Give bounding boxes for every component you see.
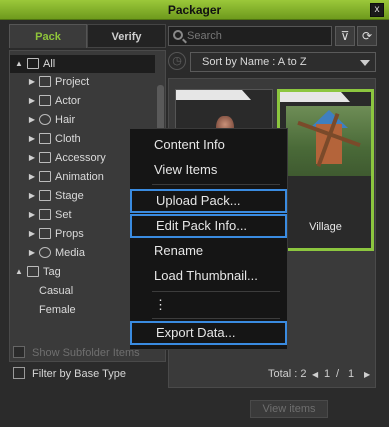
pack-card-village[interactable]: Village: [277, 89, 374, 251]
checkbox-box[interactable]: [13, 367, 25, 379]
tab-pack[interactable]: Pack: [9, 24, 87, 48]
page-total: 1: [348, 368, 355, 380]
expand-arrow-icon[interactable]: ▲: [14, 263, 24, 281]
tree-item-label: Props: [55, 228, 84, 240]
tree-item-label: Actor: [55, 95, 81, 107]
title-bar: Packager x: [0, 0, 389, 20]
sort-label: Sort by Name : A to Z: [202, 56, 307, 68]
tree-item-label: Media: [55, 247, 85, 259]
pack-name: Village: [309, 221, 342, 233]
window-title: Packager: [167, 3, 222, 17]
card-tab-strip: [176, 90, 272, 100]
expand-arrow-icon[interactable]: ▶: [27, 130, 37, 148]
expand-arrow-icon[interactable]: ▶: [27, 111, 37, 129]
checkbox-label: Show Subfolder Items: [32, 347, 140, 359]
expand-arrow-icon[interactable]: ▶: [27, 244, 37, 262]
person-icon: [39, 95, 51, 106]
expand-arrow-icon[interactable]: ▶: [27, 168, 37, 186]
menu-item-content-info[interactable]: Content Info: [130, 133, 287, 157]
animation-icon: [39, 171, 51, 182]
expand-arrow-icon[interactable]: ▶: [27, 73, 37, 91]
expand-arrow-icon[interactable]: ▶: [27, 149, 37, 167]
menu-item-view-items[interactable]: View Items: [130, 158, 287, 182]
tab-verify[interactable]: Verify: [87, 24, 166, 48]
hair-icon: [39, 114, 51, 125]
folder-icon: [39, 76, 51, 87]
refresh-icon[interactable]: ⟳: [357, 26, 377, 46]
tree-item-label: Animation: [55, 171, 104, 183]
checkbox-label: Filter by Base Type: [32, 368, 126, 380]
tree-item-actor[interactable]: ▶ Actor: [10, 92, 155, 110]
tree-item-all[interactable]: ▲ All: [10, 55, 155, 73]
more-vertical-icon: ⋮: [154, 297, 167, 312]
tree-item-label: Stage: [55, 190, 84, 202]
pack-thumbnail: [286, 106, 371, 176]
menu-separator: [152, 291, 280, 292]
menu-separator: [152, 184, 280, 185]
expand-arrow-icon[interactable]: ▶: [27, 206, 37, 224]
page-separator: /: [336, 368, 340, 380]
menu-item-load-thumbnail[interactable]: Load Thumbnail...: [130, 264, 287, 288]
set-icon: [39, 209, 51, 220]
card-tab-strip: [280, 92, 371, 102]
sort-dropdown[interactable]: Sort by Name : A to Z: [190, 52, 376, 72]
menu-item-edit-pack-info[interactable]: Edit Pack Info...: [130, 214, 287, 238]
media-icon: [39, 247, 51, 258]
total-count: Total : 2: [268, 368, 307, 380]
tree-item-label: Accessory: [55, 152, 106, 164]
tree-item-label: Hair: [55, 114, 76, 126]
checkbox-box[interactable]: [13, 346, 25, 358]
filter-icon[interactable]: ⊽: [335, 26, 355, 46]
tree-item-label: Set: [55, 209, 72, 221]
menu-item-upload-pack[interactable]: Upload Pack...: [130, 189, 287, 213]
props-icon: [39, 228, 51, 239]
menu-item-rename[interactable]: Rename: [130, 239, 287, 263]
tree-item-label: Project: [55, 76, 90, 88]
tree-item-project[interactable]: ▶ Project: [10, 73, 155, 91]
pages-icon: [27, 58, 39, 69]
stage-icon: [39, 190, 51, 201]
search-input[interactable]: Search: [168, 26, 332, 46]
accessory-icon: [39, 152, 51, 163]
tree-item-hair[interactable]: ▶ Hair: [10, 111, 155, 129]
page-current: 1: [324, 368, 331, 380]
context-menu: Content Info View Items Upload Pack... E…: [129, 128, 288, 350]
prev-page-icon[interactable]: ◀: [312, 370, 318, 379]
next-page-icon[interactable]: ▶: [364, 370, 370, 379]
view-items-button[interactable]: View items: [250, 400, 328, 418]
chevron-down-icon: [360, 60, 370, 66]
tree-item-label: Cloth: [55, 133, 81, 145]
menu-separator: [152, 318, 280, 319]
cloth-icon: [39, 133, 51, 144]
menu-item-export-data[interactable]: Export Data...: [130, 321, 287, 345]
search-placeholder: Search: [187, 30, 222, 42]
clock-icon[interactable]: ◷: [168, 52, 186, 70]
expand-arrow-icon[interactable]: ▶: [27, 92, 37, 110]
tab-bar: Pack Verify: [9, 24, 166, 48]
tree-item-label: Female: [39, 304, 76, 316]
close-icon[interactable]: x: [370, 3, 384, 17]
expand-arrow-icon[interactable]: ▲: [14, 55, 24, 73]
expand-arrow-icon[interactable]: ▶: [27, 225, 37, 243]
tag-icon: [27, 266, 39, 277]
tree-item-label: Casual: [39, 285, 74, 297]
expand-arrow-icon[interactable]: ▶: [27, 187, 37, 205]
pagination: Total : 2 ◀ 1 / 1 ▶: [260, 368, 376, 382]
tree-item-label: Tag: [43, 266, 61, 278]
search-icon: [173, 30, 183, 40]
tree-item-label: All: [43, 58, 56, 70]
